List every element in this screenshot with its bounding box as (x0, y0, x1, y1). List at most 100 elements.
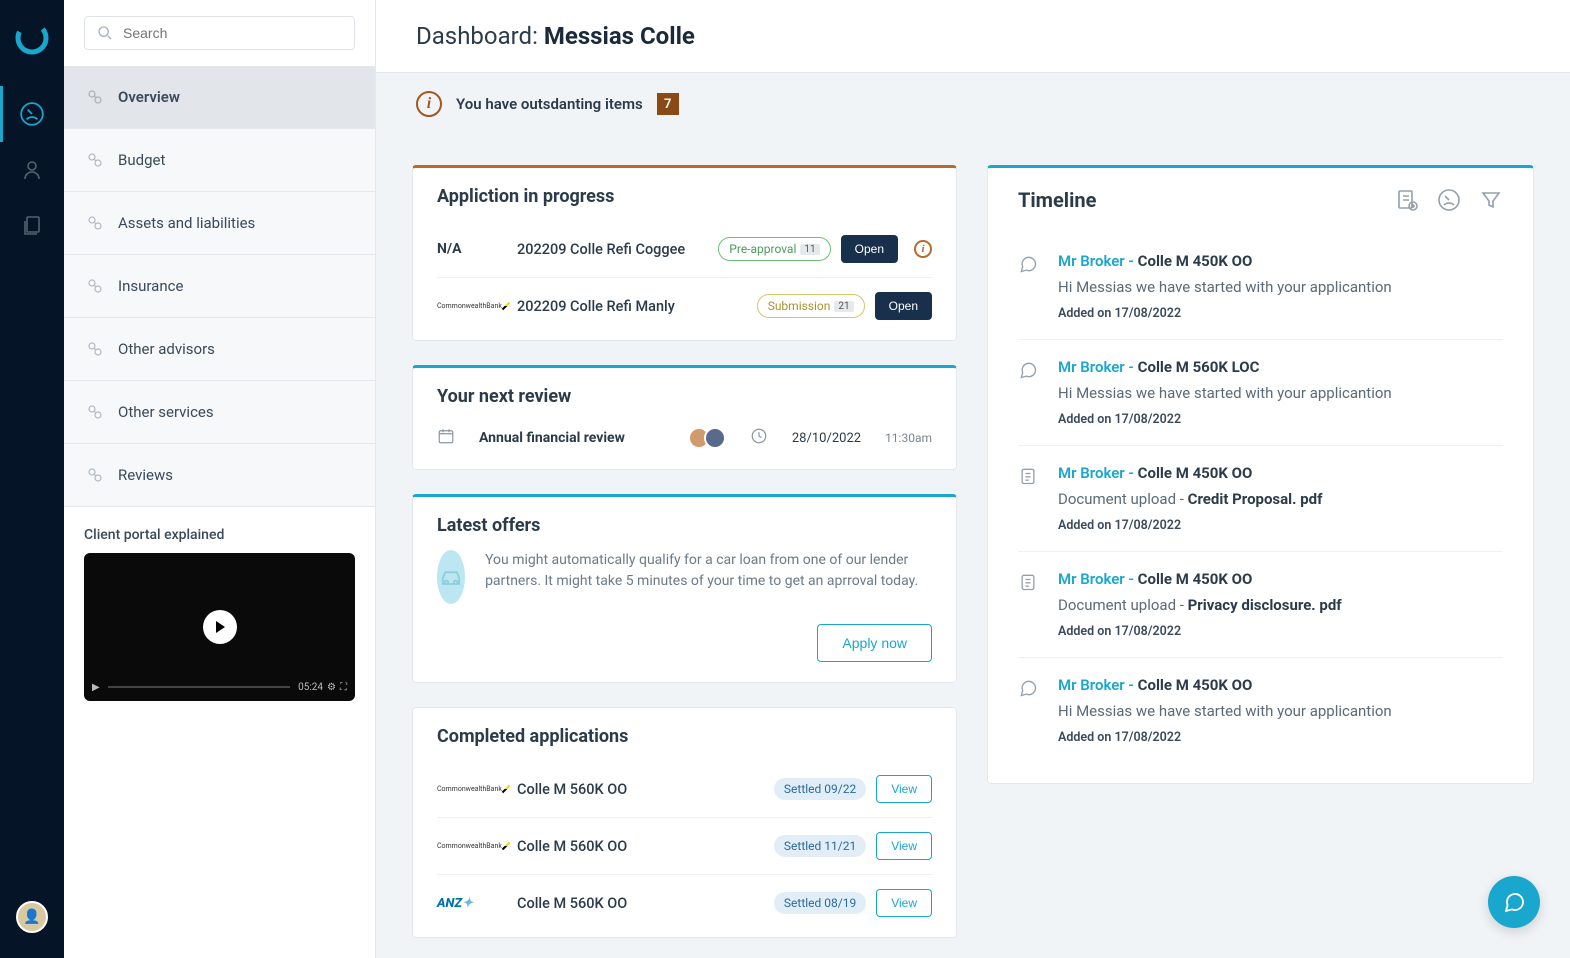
search-box[interactable] (84, 16, 355, 50)
timeline-message: Hi Messias we have started with your app… (1058, 384, 1503, 402)
rail-documents[interactable] (0, 198, 64, 254)
next-review-card: Your next review Annual financial review… (412, 365, 957, 470)
chat-fab[interactable] (1488, 876, 1540, 928)
clock-icon (750, 427, 768, 449)
timeline-item: Mr Broker - Colle M 450K OODocument uplo… (1018, 552, 1503, 658)
open-button[interactable]: Open (841, 235, 898, 263)
document-icon (1018, 572, 1038, 592)
timeline-message: Document upload - Credit Proposal. pdf (1058, 490, 1503, 508)
sidebar: Overview Budget Assets and liabilities Insu… (64, 0, 376, 958)
portal-explained-title: Client portal explained (84, 527, 355, 543)
sidebar-item-budget[interactable]: Budget (64, 129, 375, 192)
add-note-icon[interactable] (1395, 188, 1419, 212)
lender-na: N/A (437, 241, 507, 257)
lender-logo-commonwealth: CommonwealthBank (437, 301, 507, 311)
user-avatar[interactable]: 👤 (16, 901, 48, 933)
sidebar-item-reviews[interactable]: Reviews (64, 444, 375, 507)
application-name: Colle M 560K OO (517, 895, 764, 912)
review-time: 11:30am (885, 431, 932, 445)
outstanding-alert: i You have outsdanting items 7 (376, 73, 1570, 135)
rail-profile[interactable] (0, 142, 64, 198)
timeline-date: Added on 17/08/2022 (1058, 412, 1503, 427)
explainer-video[interactable]: ▶ 05:24 ⚙ ⛶ (84, 553, 355, 701)
application-name: 202209 Colle Refi Coggee (517, 241, 708, 258)
review-date: 28/10/2022 (792, 431, 861, 446)
sidebar-item-other-services[interactable]: Other services (64, 381, 375, 444)
app-logo (14, 20, 50, 56)
sidebar-item-assets-and-liabilities[interactable]: Assets and liabilities (64, 192, 375, 255)
timeline-message: Hi Messias we have started with your app… (1058, 278, 1503, 296)
review-attendees (694, 427, 726, 449)
chat-icon (1018, 678, 1038, 698)
sidebar-item-label: Budget (118, 151, 165, 169)
lender-logo-commonwealth: CommonwealthBank (437, 784, 507, 794)
search-icon (97, 25, 113, 41)
video-play-small-icon: ▶ (92, 682, 100, 693)
rail-dashboard[interactable] (0, 86, 64, 142)
timeline-date: Added on 17/08/2022 (1058, 624, 1503, 639)
timeline-message: Hi Messias we have started with your app… (1058, 702, 1503, 720)
filter-icon[interactable] (1479, 188, 1503, 212)
timeline-title-line: Mr Broker - Colle M 450K OO (1058, 252, 1503, 270)
completed-row: ANZ✦Colle M 560K OOSettled 08/19View (437, 875, 932, 917)
view-button[interactable]: View (876, 775, 932, 803)
video-settings-icon: ⚙ (327, 682, 336, 693)
timeline-item: Mr Broker - Colle M 450K OOHi Messias we… (1018, 658, 1503, 763)
sidebar-item-label: Reviews (118, 466, 173, 484)
timeline-card: Timeline Mr Broker - Colle M 450K OOHi M… (987, 165, 1534, 784)
card-title: Latest offers (437, 515, 932, 536)
search-input[interactable] (123, 25, 342, 41)
settled-pill: Settled 09/22 (774, 778, 866, 800)
alert-text: You have outsdanting items (456, 95, 643, 113)
timeline-date: Added on 17/08/2022 (1058, 518, 1503, 533)
application-name: Colle M 560K OO (517, 781, 764, 798)
link-icon (86, 88, 104, 106)
timeline-title-line: Mr Broker - Colle M 450K OO (1058, 464, 1503, 482)
chat-icon (1502, 890, 1526, 914)
timeline-date: Added on 17/08/2022 (1058, 730, 1503, 745)
timeline-title-line: Mr Broker - Colle M 450K OO (1058, 570, 1503, 588)
nav-rail: 👤 (0, 0, 64, 958)
sidebar-item-label: Overview (118, 88, 180, 106)
sidebar-item-other-advisors[interactable]: Other advisors (64, 318, 375, 381)
card-title: Your next review (437, 386, 932, 407)
link-icon (86, 277, 104, 295)
link-icon (86, 340, 104, 358)
settled-pill: Settled 08/19 (774, 892, 866, 914)
settled-pill: Settled 11/21 (774, 835, 866, 857)
sidebar-item-insurance[interactable]: Insurance (64, 255, 375, 318)
sidebar-item-label: Assets and liabilities (118, 214, 255, 232)
page-title: Dashboard: Messias Colle (416, 22, 1530, 50)
chat-icon (1018, 360, 1038, 380)
video-fullscreen-icon: ⛶ (340, 682, 347, 693)
chat-icon (1018, 254, 1038, 274)
application-name: 202209 Colle Refi Manly (517, 298, 747, 315)
card-title: Appliction in progress (437, 186, 932, 207)
link-icon (86, 214, 104, 232)
link-icon (86, 151, 104, 169)
alert-info-icon: i (416, 91, 442, 117)
timeline-item: Mr Broker - Colle M 560K LOCHi Messias w… (1018, 340, 1503, 446)
video-duration: 05:24 (298, 682, 323, 693)
view-button[interactable]: View (876, 832, 932, 860)
link-icon (86, 466, 104, 484)
alert-info-icon[interactable]: i (914, 240, 932, 258)
dashboard-view-icon[interactable] (1437, 188, 1461, 212)
open-button[interactable]: Open (875, 292, 932, 320)
document-icon (1018, 466, 1038, 486)
car-loan-icon (437, 550, 465, 604)
sidebar-item-label: Insurance (118, 277, 183, 295)
sidebar-item-overview[interactable]: Overview (64, 66, 375, 129)
latest-offers-card: Latest offers You might automatically qu… (412, 494, 957, 683)
completed-applications-card: Completed applications CommonwealthBankC… (412, 707, 957, 938)
play-icon (203, 610, 237, 644)
page-header: Dashboard: Messias Colle (376, 0, 1570, 73)
link-icon (86, 403, 104, 421)
timeline-title: Timeline (1018, 188, 1395, 212)
application-row: CommonwealthBank202209 Colle Refi ManlyS… (437, 278, 932, 320)
view-button[interactable]: View (876, 889, 932, 917)
completed-row: CommonwealthBank Colle M 560K OO Settled 0… (437, 761, 932, 818)
apply-now-button[interactable]: Apply now (817, 624, 932, 662)
sidebar-item-label: Other services (118, 403, 214, 421)
status-count: 11 (800, 244, 819, 255)
